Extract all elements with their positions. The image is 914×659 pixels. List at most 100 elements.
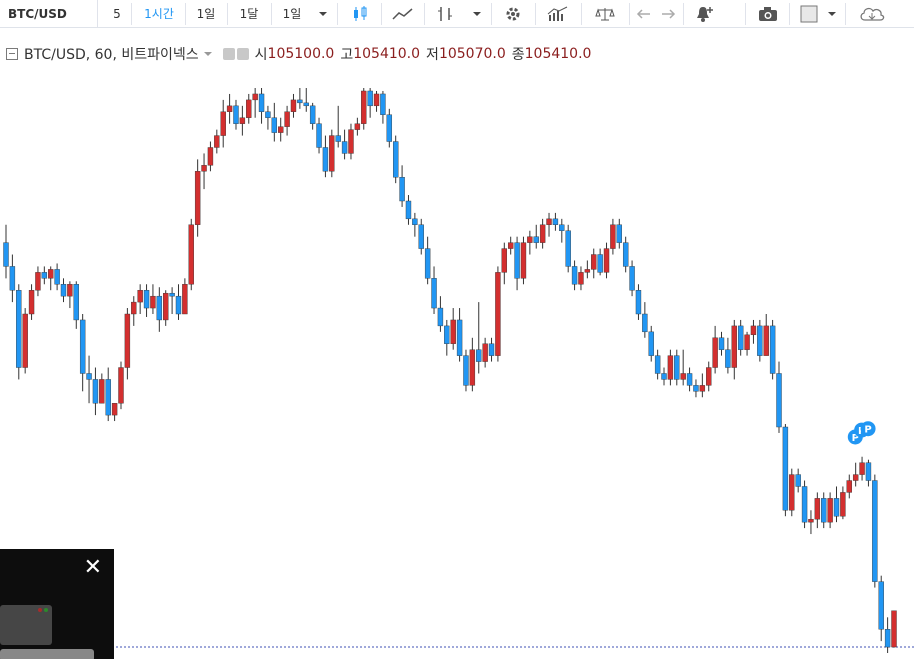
candle-body: [150, 295, 156, 309]
candle-body: [418, 224, 424, 249]
candle-body: [194, 171, 201, 225]
candle-body: [99, 379, 105, 404]
settings-icon[interactable]: [494, 0, 532, 27]
interval-dropdown-icon[interactable]: [312, 0, 334, 27]
candle-body: [744, 334, 750, 350]
candle-body: [680, 373, 686, 380]
candle-body: [718, 337, 725, 350]
candle-body: [635, 290, 642, 315]
compare-icon[interactable]: [584, 0, 626, 27]
video-popup[interactable]: ✕: [0, 549, 114, 659]
candle-body: [309, 105, 316, 124]
candle-body: [884, 629, 891, 648]
close-video-button[interactable]: ✕: [84, 557, 102, 579]
candle-body: [258, 93, 265, 112]
interval-5-button[interactable]: 5: [104, 0, 130, 27]
candle-body: [412, 218, 418, 225]
candle-body: [252, 93, 258, 101]
candle-body: [801, 486, 808, 523]
candle-body: [859, 462, 865, 475]
candle-body: [769, 325, 776, 374]
candle-body: [552, 218, 559, 225]
candle-body: [169, 292, 175, 297]
candle-body: [73, 284, 79, 321]
indicators-icon[interactable]: [538, 0, 578, 27]
candle-body: [750, 325, 757, 336]
alert-icon[interactable]: [686, 0, 724, 27]
candle-body: [527, 236, 533, 243]
candle-body: [878, 581, 884, 630]
candle-body: [476, 349, 482, 362]
candle-body: [48, 269, 54, 279]
position-marker-label: P: [864, 425, 871, 436]
redo-icon[interactable]: [656, 0, 680, 27]
candle-body: [833, 498, 840, 517]
candle-body: [54, 269, 60, 285]
color-dropdown-icon[interactable]: [822, 0, 842, 27]
candle-body: [284, 111, 290, 127]
candle-body: [226, 105, 233, 112]
candle-body: [28, 290, 35, 315]
candle-body: [380, 93, 386, 115]
candles-icon[interactable]: [342, 0, 378, 27]
candle-body: [507, 242, 514, 249]
symbol-input[interactable]: BTC/USD: [0, 0, 98, 27]
candle-body: [591, 254, 597, 270]
candle-body: [143, 290, 150, 309]
video-thumbnail-secondary: [0, 649, 94, 659]
candle-body: [686, 373, 693, 386]
candle-body: [642, 313, 648, 333]
candle-body: [712, 337, 718, 368]
candle-body: [865, 462, 872, 481]
candle-body: [86, 373, 92, 380]
candle-body: [233, 105, 239, 124]
candle-body: [795, 474, 801, 487]
candle-body: [9, 266, 16, 291]
interval-1d-alt-button[interactable]: 1일: [274, 0, 310, 27]
candle-body: [514, 242, 520, 279]
candle-body: [693, 385, 699, 392]
candle-body: [667, 355, 674, 380]
candle-body: [3, 242, 9, 267]
camera-icon[interactable]: [750, 0, 786, 27]
candle-body: [872, 480, 878, 582]
candle-body: [341, 141, 348, 154]
candle-body: [629, 266, 635, 291]
bars-icon[interactable]: [428, 0, 462, 27]
candle-body: [41, 272, 48, 279]
candle-body: [92, 379, 99, 404]
candle-body: [348, 129, 354, 154]
candle-body: [533, 236, 539, 243]
interval-1m-button[interactable]: 1달: [230, 0, 268, 27]
candle-body: [329, 135, 335, 172]
undo-icon[interactable]: [632, 0, 656, 27]
candle-body: [565, 230, 571, 267]
candle-body: [316, 123, 322, 148]
candle-body: [303, 102, 309, 107]
chart-toolbar: BTC/USD 5 1시간 1일 1달 1일: [0, 0, 914, 28]
interval-1h-button[interactable]: 1시간: [136, 0, 182, 27]
candle-body: [124, 313, 131, 368]
square-icon[interactable]: [796, 0, 822, 27]
candle-body: [597, 254, 603, 273]
candle-body: [782, 426, 789, 511]
candle-body: [699, 385, 706, 392]
candle-body: [60, 284, 67, 297]
candle-body: [386, 114, 393, 142]
chart-type-dropdown-icon[interactable]: [466, 0, 488, 27]
candle-body: [137, 290, 143, 303]
candle-body: [367, 90, 373, 107]
candle-body: [469, 349, 476, 386]
candle-body: [201, 165, 207, 172]
candle-body: [654, 355, 661, 374]
candle-body: [814, 498, 821, 520]
candle-body: [789, 474, 795, 511]
candle-body: [290, 99, 297, 112]
price-chart[interactable]: PPP: [0, 28, 914, 659]
area-icon[interactable]: [384, 0, 422, 27]
interval-1d-button[interactable]: 1일: [188, 0, 224, 27]
cloud-icon[interactable]: [850, 0, 894, 27]
candle-body: [725, 349, 731, 368]
candle-body: [399, 177, 405, 202]
candle-body: [488, 343, 495, 356]
